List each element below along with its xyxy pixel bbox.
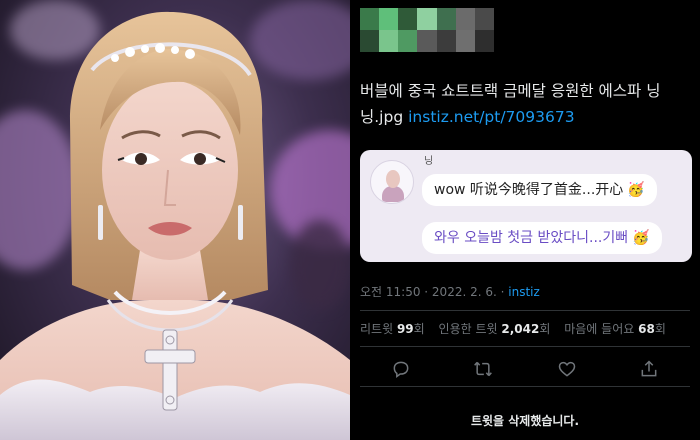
- tweet-link[interactable]: instiz.net/pt/7093673: [408, 108, 574, 126]
- tweet-text: 버블에 중국 쇼트트랙 금메달 응원한 에스파 닝닝.jpg instiz.ne…: [360, 78, 690, 130]
- mosaic-pixel: [436, 30, 456, 52]
- tweet-stats: 리트윗 99회 인용한 트윗 2,042회 마음에 들어요 68회: [360, 320, 676, 337]
- mosaic-pixel: [417, 8, 437, 30]
- party-face-icon: 🥳: [632, 230, 650, 246]
- divider: [360, 346, 690, 347]
- tweet-meta: 오전 11:50 · 2022. 2. 6. · instiz: [360, 283, 540, 300]
- retweet-stat[interactable]: 리트윗 99회: [360, 322, 425, 336]
- chat-bubble-text: 와우 오늘밤 첫금 받았다니...기뻐: [434, 230, 629, 246]
- reply-button[interactable]: [388, 356, 414, 382]
- share-icon: [641, 360, 657, 377]
- mosaic-pixel: [360, 8, 380, 30]
- retweet-button[interactable]: [470, 356, 496, 382]
- tweet-timestamp[interactable]: 오전 11:50 · 2022. 2. 6. ·: [360, 285, 508, 299]
- tweet-panel: 버블에 중국 쇼트트랙 금메달 응원한 에스파 닝닝.jpg instiz.ne…: [350, 0, 700, 440]
- mosaic-pixel: [379, 30, 399, 52]
- chat-bubble-text: wow 听说今晚得了首金...开心: [434, 182, 624, 198]
- mosaic-pixel: [436, 8, 456, 30]
- like-stat[interactable]: 마음에 들어요 68회: [564, 322, 666, 336]
- portrait-photo: [0, 0, 350, 440]
- mosaic-pixel: [417, 30, 437, 52]
- tweet-source[interactable]: instiz: [508, 285, 540, 299]
- mosaic-pixel: [455, 8, 475, 30]
- like-button[interactable]: [554, 356, 580, 382]
- chat-sender-name: 닝: [424, 156, 434, 167]
- divider: [360, 310, 690, 311]
- embedded-chat-image[interactable]: 닝 wow 听说今晚得了首金...开心 🥳 와우 오늘밤 첫금 받았다니...기뻐…: [360, 150, 692, 262]
- chat-avatar: [370, 160, 414, 204]
- chat-bubble-chinese: wow 听说今晚得了首金...开心 🥳: [422, 174, 657, 206]
- mosaic-pixel: [474, 30, 494, 52]
- mosaic-pixel: [474, 8, 494, 30]
- share-button[interactable]: [636, 356, 662, 382]
- chat-bubble-translation: 와우 오늘밤 첫금 받았다니...기뻐 🥳: [422, 222, 662, 254]
- like-count: 68: [638, 322, 655, 336]
- retweet-count: 99: [396, 322, 414, 336]
- mosaic-pixel: [398, 30, 418, 52]
- mosaic-pixel: [379, 8, 399, 30]
- quote-stat[interactable]: 인용한 트윗 2,042회: [439, 322, 551, 336]
- pixelated-username: [360, 8, 494, 52]
- quote-count: 2,042: [501, 322, 540, 336]
- portrait-figure: [0, 11, 350, 440]
- heart-icon: [558, 361, 576, 377]
- reply-icon: [393, 361, 409, 378]
- tweet-actions: [360, 356, 690, 382]
- mosaic-pixel: [398, 8, 418, 30]
- retweet-icon: [474, 361, 492, 377]
- party-face-icon: 🥳: [627, 182, 645, 198]
- deleted-notice: 트윗을 삭제했습니다.: [470, 414, 580, 428]
- mosaic-pixel: [455, 30, 475, 52]
- mosaic-pixel: [360, 30, 380, 52]
- divider: [360, 386, 690, 387]
